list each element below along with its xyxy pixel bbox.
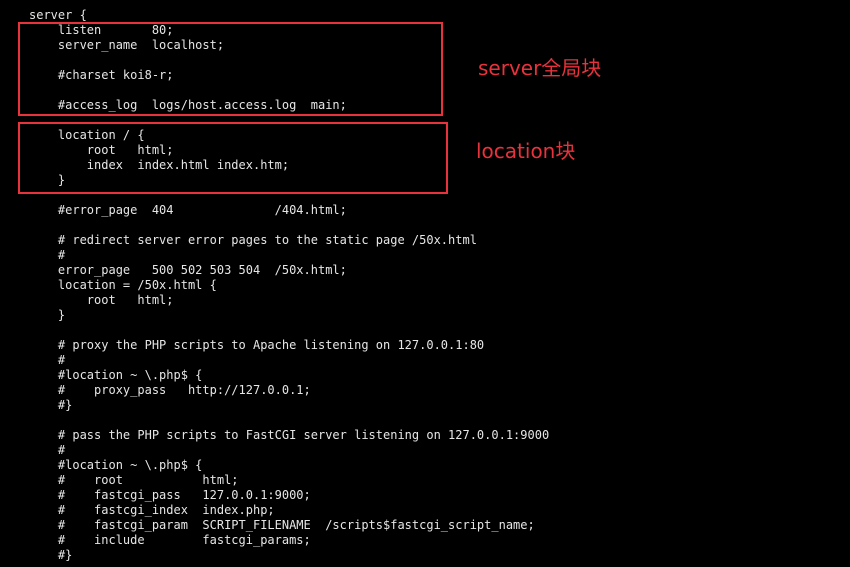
code-line: } (29, 308, 66, 322)
location-block-annotation: location块 (476, 139, 576, 163)
code-line: # proxy the PHP scripts to Apache listen… (29, 338, 485, 352)
code-line: #error_page 404 /404.html; (29, 203, 347, 217)
code-line: # include fastcgi_params; (29, 533, 311, 547)
server-block-highlight-box (18, 22, 443, 116)
terminal-window: server { listen 80; server_name localhos… (0, 0, 850, 567)
code-line: # pass the PHP scripts to FastCGI server… (29, 428, 550, 442)
code-line: # (29, 248, 66, 262)
code-line: # fastcgi_pass 127.0.0.1:9000; (29, 488, 311, 502)
code-line: server { (29, 8, 87, 22)
code-line: # (29, 443, 66, 457)
location-block-highlight-box (18, 122, 448, 194)
code-line: root html; (29, 293, 174, 307)
code-line: # fastcgi_param SCRIPT_FILENAME /scripts… (29, 518, 535, 532)
code-line: # (29, 353, 66, 367)
code-line: # proxy_pass http://127.0.0.1; (29, 383, 311, 397)
code-line: # fastcgi_index index.php; (29, 503, 275, 517)
code-line: # redirect server error pages to the sta… (29, 233, 477, 247)
code-line: #} (29, 398, 73, 412)
code-line: #location ~ \.php$ { (29, 368, 203, 382)
code-line: error_page 500 502 503 504 /50x.html; (29, 263, 347, 277)
code-line: #} (29, 548, 73, 562)
code-line: #location ~ \.php$ { (29, 458, 203, 472)
code-line: location = /50x.html { (29, 278, 217, 292)
code-line: # root html; (29, 473, 239, 487)
server-block-annotation: server全局块 (478, 56, 602, 80)
